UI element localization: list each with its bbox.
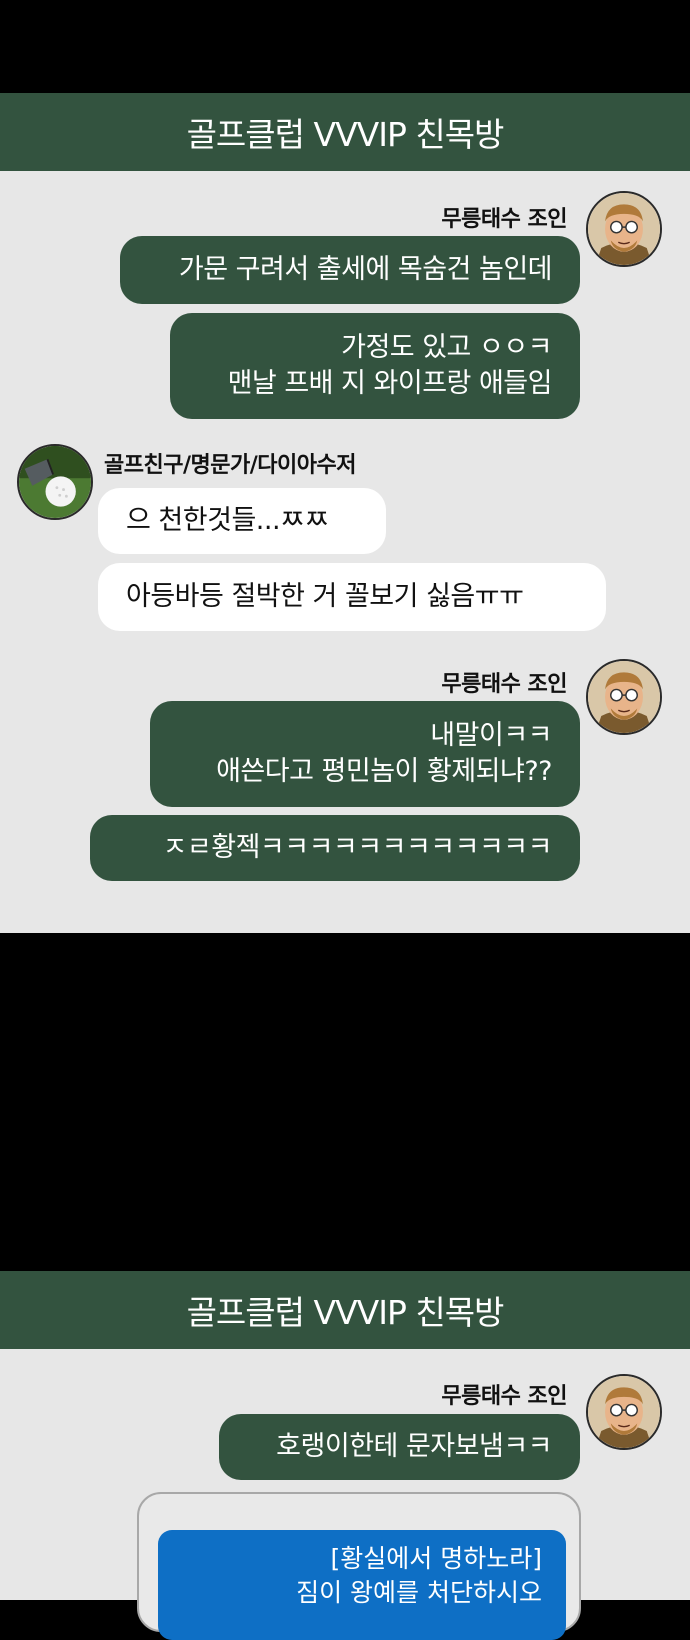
bubble-text: 으 천한것들...ㅉㅉ — [126, 505, 329, 536]
chat-bubble-mine[interactable]: 호랭이한테 문자보냄ㅋㅋ — [219, 1414, 580, 1480]
bubble-text: 아등바등 절박한 거 꼴보기 싫음ㅠㅠ — [126, 581, 524, 612]
bubble-text: 애쓴다고 평민놈이 황제되냐?? — [216, 756, 552, 787]
bubble-text: 호랭이한테 문자보냄ㅋㅋ — [276, 1431, 552, 1462]
chat-bubble-friend[interactable]: 으 천한것들...ㅉㅉ — [98, 488, 386, 554]
golf-ball-icon — [19, 446, 91, 518]
sender-name: 무릉태수 조인 — [441, 672, 567, 697]
top-black-gap — [0, 0, 690, 93]
chat-bubble-mine[interactable]: 가정도 있고 ㅇㅇㅋ 맨날 프배 지 와이프랑 애들임 — [170, 313, 580, 419]
chat-header-2: 골프클럽 VVVIP 친목방 — [0, 1271, 690, 1349]
chat-header-1: 골프클럽 VVVIP 친목방 — [0, 93, 690, 171]
chat-bubble-friend[interactable]: 아등바등 절박한 거 꼴보기 싫음ㅠㅠ — [98, 563, 606, 631]
chat-bubble-mine[interactable]: 가문 구려서 출세에 목숨건 놈인데 — [120, 236, 580, 304]
bubble-text: ㅈㄹ황젝ㅋㅋㅋㅋㅋㅋㅋㅋㅋㅋㅋㅋ — [162, 832, 553, 863]
sms-text: [황실에서 명하노라] — [330, 1544, 542, 1573]
bearded-man-glasses-icon — [588, 661, 660, 733]
chat-title: 골프클럽 VVVIP 친목방 — [186, 1293, 505, 1332]
bubble-text: 내말이ㅋㅋ — [430, 720, 552, 751]
bubble-text: 맨날 프배 지 와이프랑 애들임 — [227, 368, 553, 399]
panel-separator-gap — [0, 933, 690, 1271]
chat-bubble-mine[interactable]: 내말이ㅋㅋ 애쓴다고 평민놈이 황제되냐?? — [150, 701, 580, 807]
avatar-bearded-man[interactable] — [586, 1374, 662, 1450]
sms-message-bubble[interactable]: [황실에서 명하노라] 짐이 왕예를 처단하시오 — [158, 1530, 566, 1640]
avatar-golf-ball[interactable] — [17, 444, 93, 520]
chat-title: 골프클럽 VVVIP 친목방 — [186, 115, 505, 154]
chat-bubble-mine[interactable]: ㅈㄹ황젝ㅋㅋㅋㅋㅋㅋㅋㅋㅋㅋㅋㅋ — [90, 815, 580, 881]
bubble-text: 가문 구려서 출세에 목숨건 놈인데 — [178, 254, 553, 285]
bubble-text: 가정도 있고 ㅇㅇㅋ — [341, 332, 552, 363]
avatar-bearded-man[interactable] — [586, 191, 662, 267]
sender-name: 무릉태수 조인 — [441, 207, 567, 232]
bearded-man-glasses-icon — [588, 1376, 660, 1448]
bearded-man-glasses-icon — [588, 193, 660, 265]
sender-name: 골프친구/명문가/다이아수저 — [104, 453, 356, 478]
sender-name: 무릉태수 조인 — [441, 1384, 567, 1409]
avatar-bearded-man[interactable] — [586, 659, 662, 735]
sms-text: 짐이 왕예를 처단하시오 — [296, 1578, 542, 1607]
